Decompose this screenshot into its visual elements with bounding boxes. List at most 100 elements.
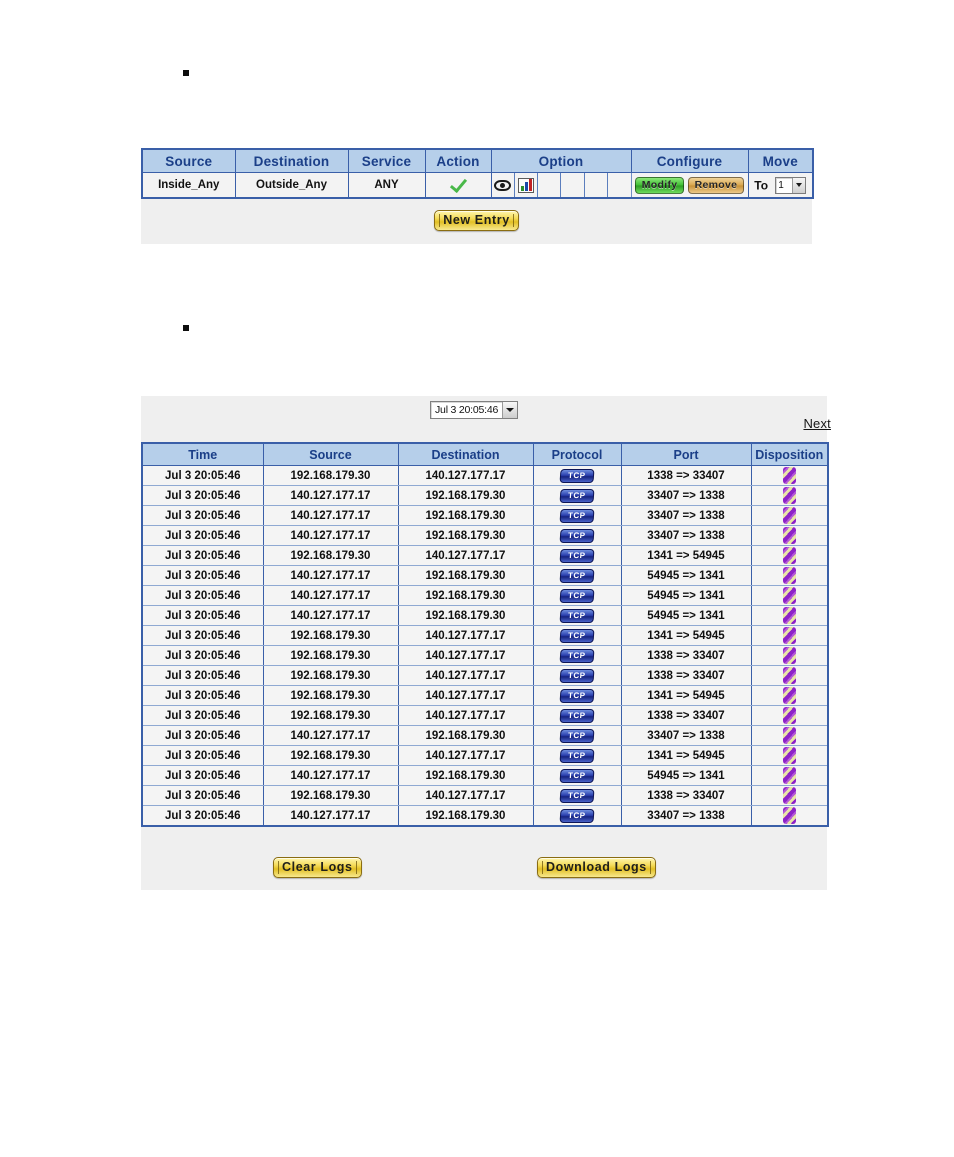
chart-icon <box>517 177 534 193</box>
log-time-cell: Jul 3 20:05:46 <box>141 625 264 646</box>
modify-button[interactable]: Modify <box>634 176 685 194</box>
green-check-icon <box>450 175 467 192</box>
option-cell-empty-5[interactable] <box>584 173 609 197</box>
protocol-badge: TCP <box>559 768 595 783</box>
col-header-destination: Destination <box>397 442 534 466</box>
protocol-badge: TCP <box>559 668 595 683</box>
log-port-cell: 1341 => 54945 <box>620 545 752 566</box>
protocol-badge: TCP <box>559 588 595 603</box>
new-entry-toolbar: New Entry <box>141 210 812 231</box>
log-protocol-cell: TCP <box>532 525 622 546</box>
download-logs-button[interactable]: Download Logs <box>537 857 656 878</box>
protocol-badge: TCP <box>559 568 595 583</box>
protocol-badge: TCP <box>559 528 595 543</box>
rule-configure-cell: Modify Remove <box>630 172 749 199</box>
firewall-log-table: Time Source Destination Protocol Port Di… <box>141 442 829 827</box>
log-port-cell: 33407 => 1338 <box>620 485 752 506</box>
protocol-badge: TCP <box>559 728 595 743</box>
option-cell-empty-6[interactable] <box>608 173 631 197</box>
option-cell-statistics[interactable] <box>514 173 539 197</box>
log-source-cell: 192.168.179.30 <box>262 625 399 646</box>
log-button-bar: Clear Logs Download Logs <box>141 848 827 890</box>
log-port-cell: 1338 => 33407 <box>620 645 752 666</box>
move-position-select[interactable]: 1 <box>775 176 807 194</box>
rule-row: Inside_Any Outside_Any ANY Modify Remove… <box>141 172 814 199</box>
table-row: Jul 3 20:05:46 140.127.177.17 192.168.179.… <box>141 725 829 746</box>
log-disposition-cell <box>750 665 829 686</box>
clear-logs-button[interactable]: Clear Logs <box>273 857 362 878</box>
table-row: Jul 3 20:05:46 140.127.177.17 192.168.179.… <box>141 585 829 606</box>
protocol-badge: TCP <box>559 748 595 763</box>
next-page-link[interactable]: Next <box>803 416 831 431</box>
log-protocol-cell: TCP <box>532 765 622 786</box>
log-port-cell: 54945 => 1341 <box>620 565 752 586</box>
pass-icon <box>782 707 796 724</box>
log-source-cell: 192.168.179.30 <box>262 645 399 666</box>
remove-button[interactable]: Remove <box>687 176 745 194</box>
log-date-select[interactable]: Jul 3 20:05:46 <box>430 401 519 419</box>
table-row: Jul 3 20:05:46 192.168.179.30 140.127.177.… <box>141 545 829 566</box>
table-row: Jul 3 20:05:46 192.168.179.30 140.127.177.… <box>141 465 829 486</box>
rule-option-cell <box>490 172 632 199</box>
table-row: Jul 3 20:05:46 192.168.179.30 140.127.177.… <box>141 645 829 666</box>
col-header-disposition: Disposition <box>750 442 829 466</box>
log-source-cell: 140.127.177.17 <box>262 585 399 606</box>
log-time-cell: Jul 3 20:05:46 <box>141 785 264 806</box>
firewall-rule-table: Source Destination Service Action Option… <box>141 148 814 199</box>
log-port-cell: 33407 => 1338 <box>620 725 752 746</box>
table-row: Jul 3 20:05:46 140.127.177.17 192.168.179.… <box>141 485 829 506</box>
log-port-cell: 54945 => 1341 <box>620 585 752 606</box>
col-header-service: Service <box>347 148 426 173</box>
pass-icon <box>782 567 796 584</box>
log-source-cell: 140.127.177.17 <box>262 505 399 526</box>
pass-icon <box>782 747 796 764</box>
log-port-cell: 1338 => 33407 <box>620 665 752 686</box>
table-row: Jul 3 20:05:46 140.127.177.17 192.168.179.… <box>141 525 829 546</box>
option-cell-monitor[interactable] <box>491 173 515 197</box>
protocol-badge: TCP <box>559 488 595 503</box>
log-time-cell: Jul 3 20:05:46 <box>141 505 264 526</box>
pass-icon <box>782 547 796 564</box>
log-disposition-cell <box>750 465 829 486</box>
option-cell-empty-3[interactable] <box>538 173 562 197</box>
log-toolbar: Jul 3 20:05:46 Next <box>141 396 831 442</box>
log-time-cell: Jul 3 20:05:46 <box>141 465 264 486</box>
rule-source-cell: Inside_Any <box>141 172 236 199</box>
col-header-configure: Configure <box>630 148 749 173</box>
log-disposition-cell <box>750 705 829 726</box>
log-source-cell: 192.168.179.30 <box>262 545 399 566</box>
log-disposition-cell <box>750 565 829 586</box>
log-source-cell: 140.127.177.17 <box>262 565 399 586</box>
chevron-down-icon <box>792 177 806 193</box>
log-time-cell: Jul 3 20:05:46 <box>141 685 264 706</box>
option-cell-empty-4[interactable] <box>561 173 585 197</box>
log-table-header-row: Time Source Destination Protocol Port Di… <box>141 442 829 466</box>
log-source-cell: 192.168.179.30 <box>262 685 399 706</box>
pass-icon <box>782 507 796 524</box>
log-time-cell: Jul 3 20:05:46 <box>141 605 264 626</box>
log-protocol-cell: TCP <box>532 545 622 566</box>
log-destination-cell: 140.127.177.17 <box>397 685 534 706</box>
protocol-badge: TCP <box>559 508 595 523</box>
log-destination-cell: 192.168.179.30 <box>397 725 534 746</box>
protocol-badge: TCP <box>559 468 595 483</box>
log-protocol-cell: TCP <box>532 745 622 766</box>
table-row: Jul 3 20:05:46 192.168.179.30 140.127.177.… <box>141 665 829 686</box>
log-protocol-cell: TCP <box>532 565 622 586</box>
log-destination-cell: 192.168.179.30 <box>397 505 534 526</box>
log-destination-cell: 140.127.177.17 <box>397 785 534 806</box>
pass-icon <box>782 587 796 604</box>
log-time-cell: Jul 3 20:05:46 <box>141 805 264 827</box>
table-row: Jul 3 20:05:46 140.127.177.17 192.168.179.… <box>141 765 829 786</box>
log-time-cell: Jul 3 20:05:46 <box>141 745 264 766</box>
new-entry-button[interactable]: New Entry <box>434 210 519 231</box>
pass-icon <box>782 487 796 504</box>
table-row: Jul 3 20:05:46 192.168.179.30 140.127.177.… <box>141 705 829 726</box>
log-destination-cell: 192.168.179.30 <box>397 485 534 506</box>
log-time-cell: Jul 3 20:05:46 <box>141 725 264 746</box>
log-port-cell: 33407 => 1338 <box>620 505 752 526</box>
col-header-move: Move <box>747 148 814 173</box>
pass-icon <box>782 687 796 704</box>
log-protocol-cell: TCP <box>532 725 622 746</box>
protocol-badge: TCP <box>559 688 595 703</box>
